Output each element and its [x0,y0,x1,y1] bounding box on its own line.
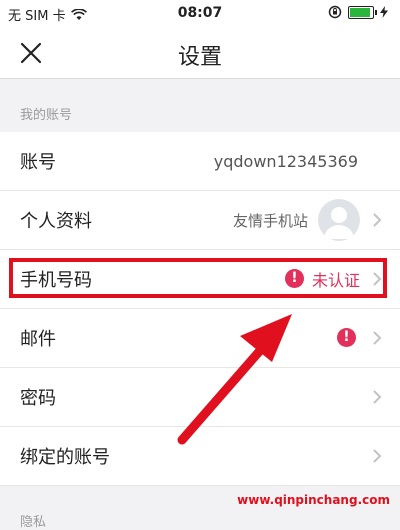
watermark-text: www.qinpinchang.com [237,493,390,507]
annotation-arrow-icon [177,314,292,445]
